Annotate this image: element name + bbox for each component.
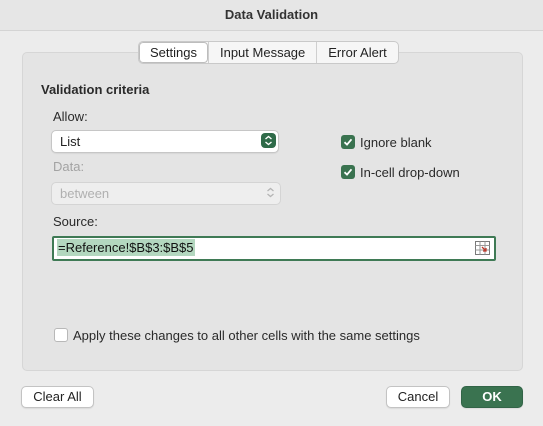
allow-select[interactable]: List (51, 130, 279, 153)
cancel-button[interactable]: Cancel (386, 386, 450, 408)
source-input[interactable]: =Reference!$B$3:$B$5 (52, 236, 496, 261)
tab-settings[interactable]: Settings (139, 42, 208, 63)
section-title: Validation criteria (41, 82, 150, 97)
ignore-blank-label: Ignore blank (360, 135, 432, 150)
in-cell-dropdown-label: In-cell drop-down (360, 165, 460, 180)
title-bar: Data Validation (0, 0, 543, 31)
source-value: =Reference!$B$3:$B$5 (57, 239, 195, 256)
range-picker-icon[interactable] (475, 241, 490, 258)
window-title: Data Validation (224, 7, 319, 22)
data-select-value: between (60, 186, 110, 201)
data-select: between (51, 182, 281, 205)
tab-error-alert[interactable]: Error Alert (316, 42, 398, 63)
allow-select-value: List (60, 134, 81, 149)
clear-all-button[interactable]: Clear All (21, 386, 94, 408)
allow-label: Allow: (53, 109, 88, 124)
select-arrows-icon (261, 133, 276, 148)
ignore-blank-checkbox[interactable] (341, 135, 355, 149)
in-cell-dropdown-checkbox[interactable] (341, 165, 355, 179)
apply-all-checkbox[interactable] (54, 328, 68, 342)
source-label: Source: (53, 214, 98, 229)
data-validation-dialog: Data Validation Settings Input Message E… (0, 0, 543, 426)
settings-panel (22, 52, 523, 371)
tab-bar: Settings Input Message Error Alert (138, 41, 399, 64)
tab-input-message[interactable]: Input Message (207, 42, 316, 63)
select-arrows-icon (263, 185, 278, 200)
apply-all-label: Apply these changes to all other cells w… (73, 328, 420, 343)
ok-button[interactable]: OK (461, 386, 523, 408)
data-label: Data: (53, 159, 85, 174)
